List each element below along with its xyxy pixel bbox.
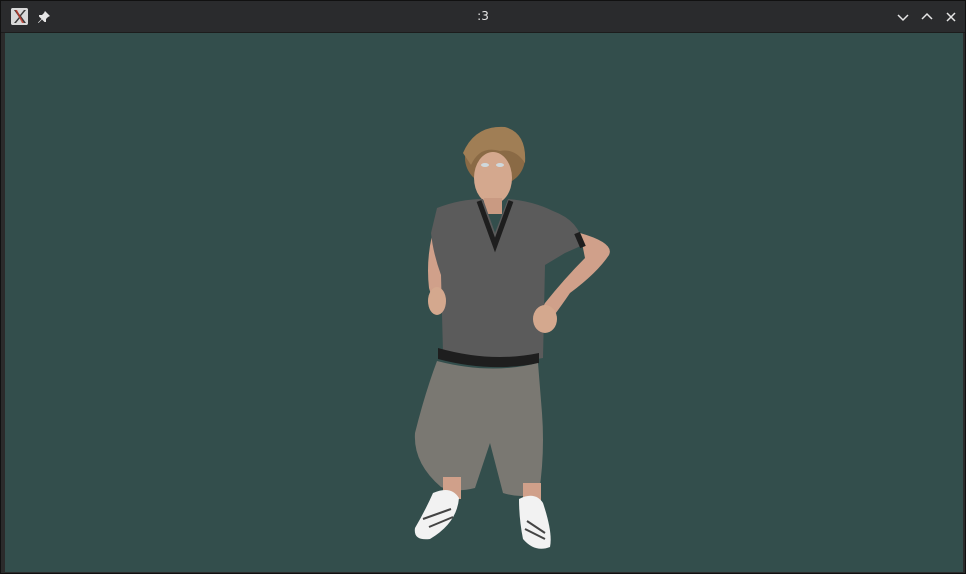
title-bar[interactable]: :3	[1, 1, 965, 33]
chevron-up-icon[interactable]	[919, 9, 935, 25]
chevron-down-icon[interactable]	[895, 9, 911, 25]
avatar-shorts	[414, 361, 543, 496]
avatar-shirt	[431, 199, 583, 362]
close-icon[interactable]	[943, 9, 959, 25]
avatar-figure	[414, 126, 610, 549]
render-viewport[interactable]	[5, 33, 963, 572]
window-title: :3	[477, 9, 489, 23]
app-window: :3	[0, 0, 966, 574]
avatar-head	[474, 152, 512, 204]
avatar-shoe-right	[519, 495, 551, 549]
